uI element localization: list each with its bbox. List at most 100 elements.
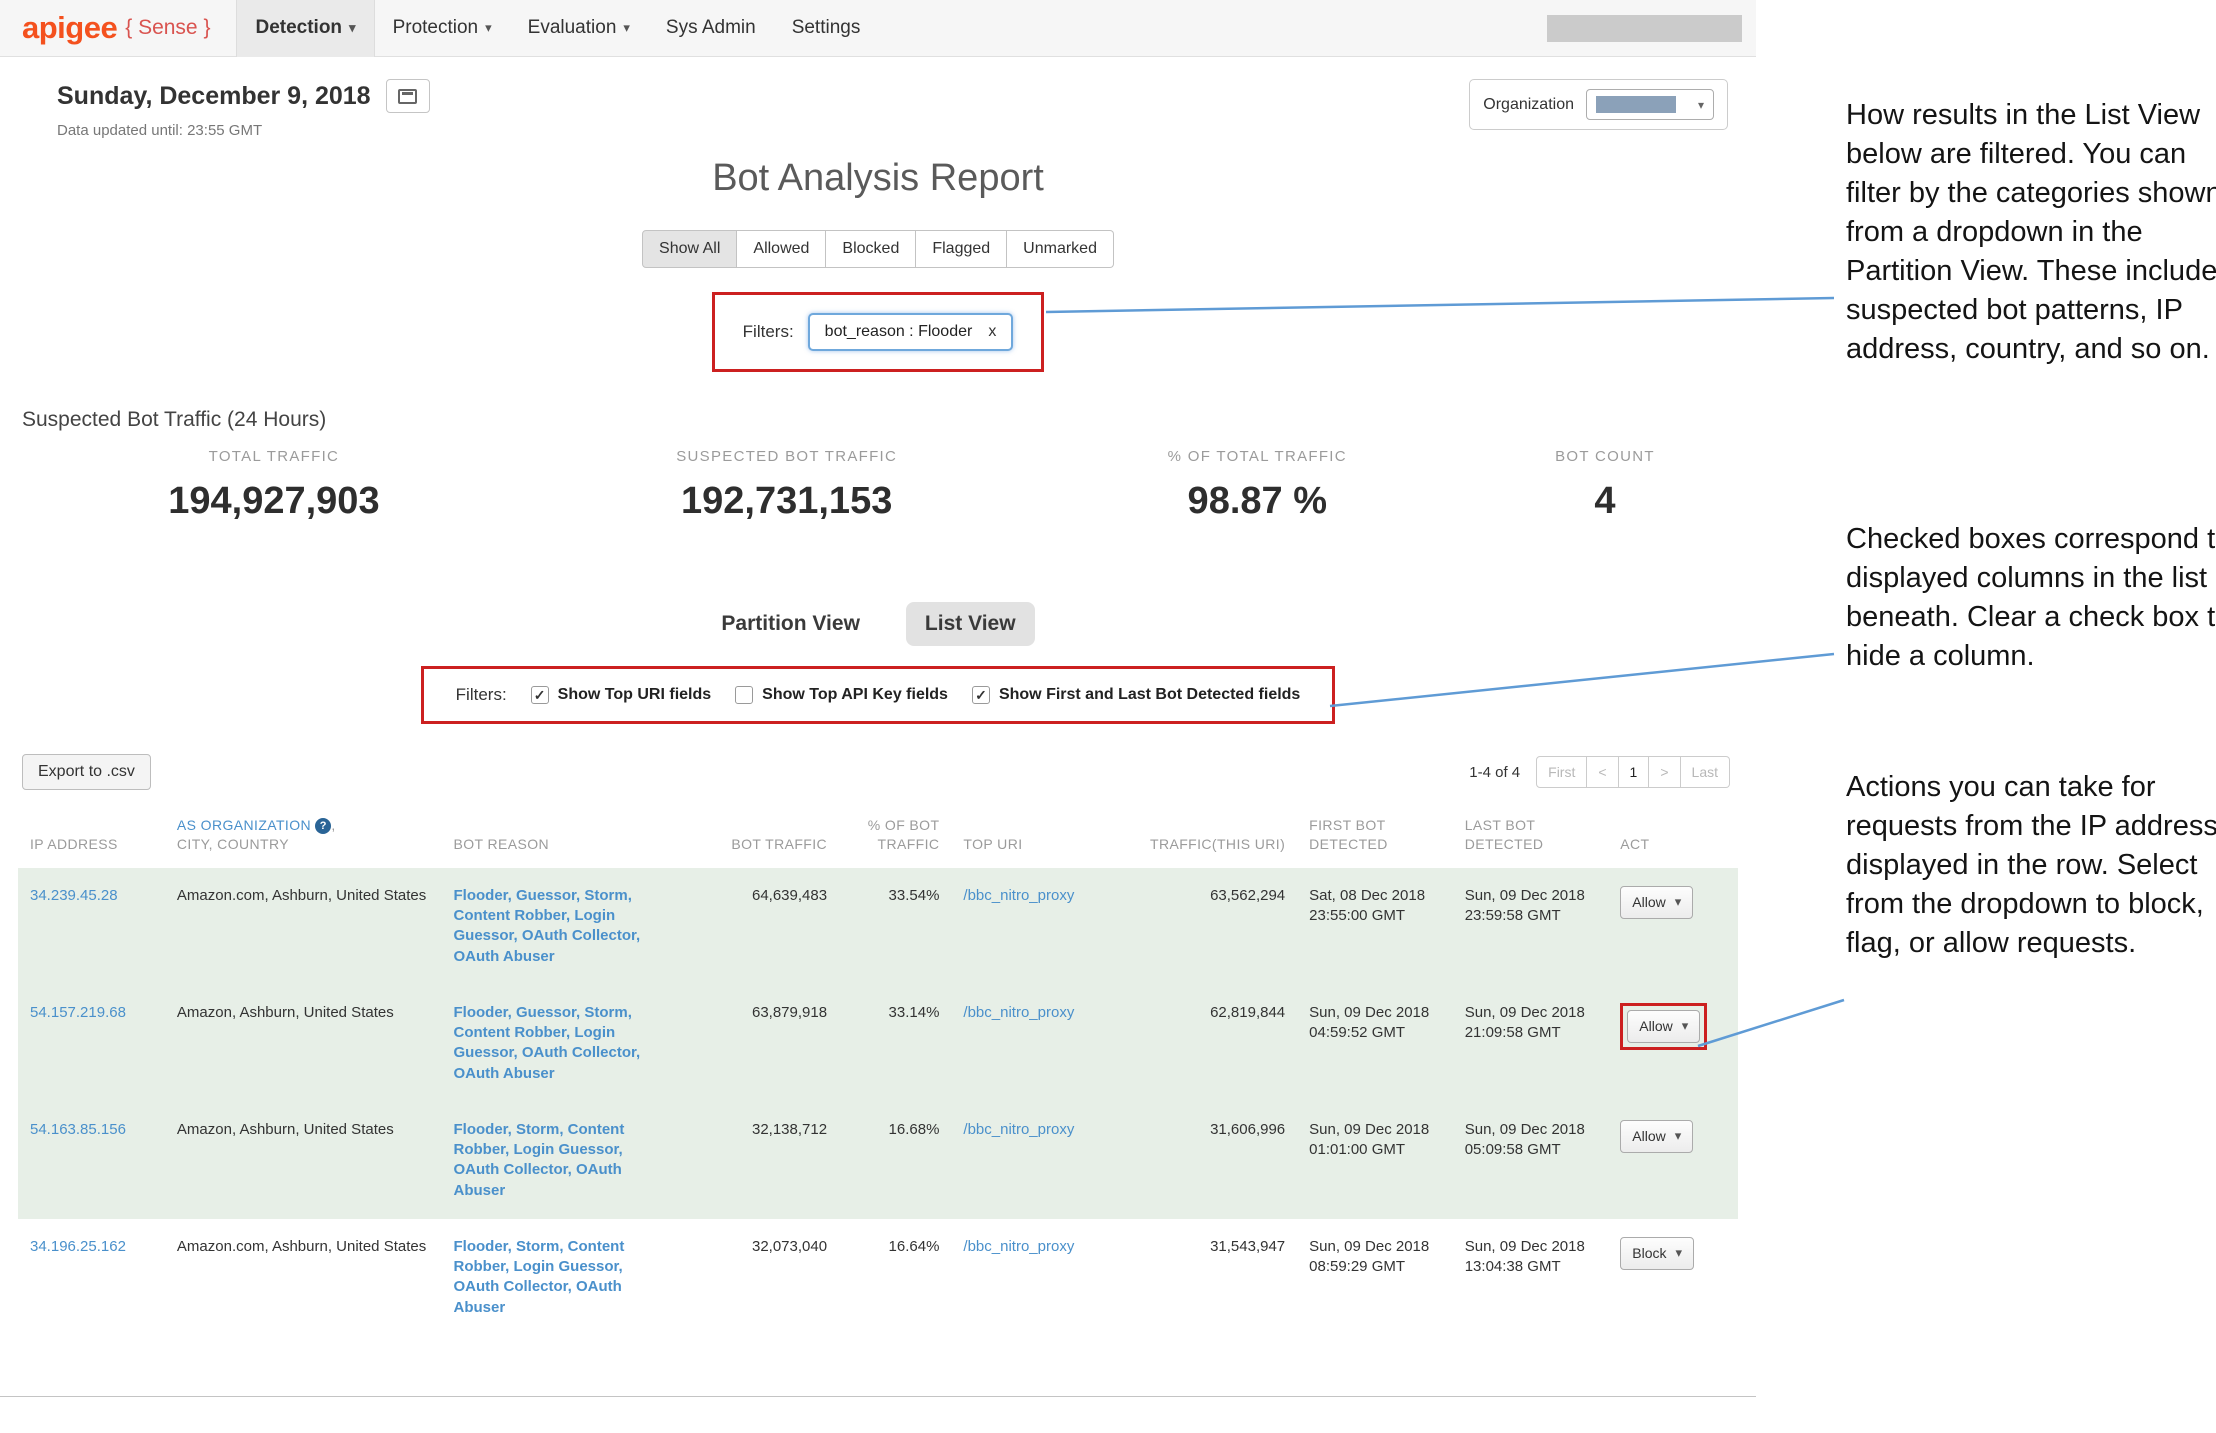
action-dropdown[interactable]: Allow ▾	[1620, 1120, 1693, 1153]
col-header-pct-bot-traffic: % OF BOT TRAFFIC	[839, 806, 951, 868]
table-row: 54.157.219.68 Amazon, Ashburn, United St…	[18, 985, 1738, 1102]
tab-allowed[interactable]: Allowed	[737, 230, 826, 268]
report-date: Sunday, December 9, 2018	[57, 82, 371, 111]
bot-reason-links[interactable]: Flooder, Storm, Content Robber, Login Gu…	[454, 1238, 625, 1316]
redacted-organization-value	[1596, 96, 1676, 113]
table-row: 34.196.25.162 Amazon.com, Ashburn, Unite…	[18, 1219, 1738, 1336]
as-organization-cell: Amazon, Ashburn, United States	[165, 1102, 442, 1219]
action-dropdown[interactable]: Allow ▾	[1627, 1010, 1700, 1043]
ip-address-link[interactable]: 54.163.85.156	[30, 1121, 126, 1138]
pct-bot-traffic-cell: 16.68%	[839, 1102, 951, 1219]
checkbox-checked-icon[interactable]: ✓	[972, 686, 990, 704]
status-tabs: Show All Allowed Blocked Flagged Unmarke…	[0, 230, 1756, 268]
sense-logo-suffix: { Sense }	[125, 16, 210, 40]
traffic-this-uri-cell: 63,562,294	[1124, 868, 1297, 985]
nav-item-settings[interactable]: Settings	[774, 0, 879, 57]
caret-down-icon: ▾	[1675, 1127, 1682, 1145]
calendar-icon	[398, 89, 417, 104]
filter-chip-bot-reason[interactable]: bot_reason : Flooder x	[808, 313, 1014, 351]
pct-bot-traffic-cell: 16.64%	[839, 1219, 951, 1336]
as-organization-cell: Amazon, Ashburn, United States	[165, 985, 442, 1102]
top-uri-link[interactable]: /bbc_nitro_proxy	[963, 1004, 1074, 1021]
stat-bot-count: BOT COUNT 4	[1555, 448, 1655, 523]
result-range-text: 1-4 of 4	[1469, 764, 1520, 781]
bot-traffic-cell: 32,138,712	[675, 1102, 839, 1219]
bot-reason-links[interactable]: Flooder, Guessor, Storm, Content Robber,…	[454, 887, 641, 965]
stat-total-traffic: TOTAL TRAFFIC 194,927,903	[168, 448, 379, 523]
action-dropdown[interactable]: Block ▾	[1620, 1237, 1694, 1270]
last-bot-detected-cell: Sun, 09 Dec 2018 21:09:58 GMT	[1453, 985, 1609, 1102]
nav-item-protection[interactable]: Protection ▾	[375, 0, 510, 57]
col-header-top-uri: TOP URI	[951, 806, 1124, 868]
stat-suspected-bot-traffic: SUSPECTED BOT TRAFFIC 192,731,153	[676, 448, 897, 523]
last-bot-detected-cell: Sun, 09 Dec 2018 23:59:58 GMT	[1453, 868, 1609, 985]
caret-down-icon: ▾	[623, 20, 630, 36]
tab-unmarked[interactable]: Unmarked	[1007, 230, 1114, 268]
bot-traffic-cell: 63,879,918	[675, 985, 839, 1102]
pagination-first-button[interactable]: First	[1536, 756, 1587, 788]
caret-down-icon: ▾	[1682, 1017, 1689, 1035]
col-header-act: ACT	[1608, 806, 1738, 868]
page-title: Bot Analysis Report	[0, 157, 1756, 200]
first-bot-detected-cell: Sat, 08 Dec 2018 23:55:00 GMT	[1297, 868, 1453, 985]
stat-pct-total-traffic: % OF TOTAL TRAFFIC 98.87 %	[1168, 448, 1347, 523]
caret-down-icon: ▾	[1675, 893, 1682, 911]
last-bot-detected-cell: Sun, 09 Dec 2018 13:04:38 GMT	[1453, 1219, 1609, 1336]
pagination-prev-button[interactable]: <	[1587, 756, 1618, 788]
list-toolbar: Export to .csv 1-4 of 4 First < 1 > Last	[22, 754, 1730, 790]
organization-select[interactable]: ▾	[1586, 89, 1714, 120]
tab-show-all[interactable]: Show All	[642, 230, 737, 268]
help-icon[interactable]: ?	[315, 818, 331, 834]
stats-row: TOTAL TRAFFIC 194,927,903 SUSPECTED BOT …	[0, 448, 1756, 578]
table-header-row: IP ADDRESS AS ORGANIZATION ?, CITY, COUN…	[18, 806, 1738, 868]
as-organization-cell: Amazon.com, Ashburn, United States	[165, 868, 442, 985]
pagination-page-1-button[interactable]: 1	[1619, 756, 1650, 788]
bot-reason-links[interactable]: Flooder, Guessor, Storm, Content Robber,…	[454, 1004, 641, 1082]
col-header-ip: IP ADDRESS	[18, 806, 165, 868]
tab-partition-view[interactable]: Partition View	[721, 612, 859, 636]
caret-down-icon: ▾	[485, 20, 492, 36]
app-window: apigee { Sense } Detection ▾ Protection …	[0, 0, 1756, 1397]
checkbox-top-api-key-fields[interactable]: Show Top API Key fields	[735, 686, 948, 704]
filter-bar: Filters: bot_reason : Flooder x	[743, 313, 1014, 351]
date-picker-button[interactable]	[386, 79, 430, 113]
top-navbar: apigee { Sense } Detection ▾ Protection …	[0, 0, 1756, 57]
bot-reason-links[interactable]: Flooder, Storm, Content Robber, Login Gu…	[454, 1121, 625, 1199]
column-filters-bar: Filters: ✓ Show Top URI fields Show Top …	[456, 685, 1301, 705]
report-header: Sunday, December 9, 2018 Data updated un…	[0, 57, 1756, 139]
data-updated-text: Data updated until: 23:55 GMT	[57, 122, 430, 139]
bot-list-table: IP ADDRESS AS ORGANIZATION ?, CITY, COUN…	[18, 806, 1738, 1336]
ip-address-link[interactable]: 34.196.25.162	[30, 1238, 126, 1255]
last-bot-detected-cell: Sun, 09 Dec 2018 05:09:58 GMT	[1453, 1102, 1609, 1219]
apigee-logo[interactable]: apigee	[22, 10, 117, 46]
bot-traffic-cell: 64,639,483	[675, 868, 839, 985]
annotation-box-filters: Filters: bot_reason : Flooder x	[712, 292, 1045, 372]
checkbox-top-uri-fields[interactable]: ✓ Show Top URI fields	[531, 686, 711, 704]
ip-address-link[interactable]: 34.239.45.28	[30, 887, 118, 904]
top-uri-link[interactable]: /bbc_nitro_proxy	[963, 1238, 1074, 1255]
top-uri-link[interactable]: /bbc_nitro_proxy	[963, 887, 1074, 904]
traffic-this-uri-cell: 62,819,844	[1124, 985, 1297, 1102]
top-uri-link[interactable]: /bbc_nitro_proxy	[963, 1121, 1074, 1138]
annotation-box-action: Allow ▾	[1620, 1003, 1707, 1050]
tab-blocked[interactable]: Blocked	[826, 230, 916, 268]
ip-address-link[interactable]: 54.157.219.68	[30, 1004, 126, 1021]
list-filters-label: Filters:	[456, 685, 507, 705]
tab-flagged[interactable]: Flagged	[916, 230, 1007, 268]
first-bot-detected-cell: Sun, 09 Dec 2018 04:59:52 GMT	[1297, 985, 1453, 1102]
filters-label: Filters:	[743, 322, 794, 342]
export-csv-button[interactable]: Export to .csv	[22, 754, 151, 790]
pagination-next-button[interactable]: >	[1649, 756, 1680, 788]
tab-list-view[interactable]: List View	[906, 602, 1035, 646]
first-bot-detected-cell: Sun, 09 Dec 2018 01:01:00 GMT	[1297, 1102, 1453, 1219]
pagination-last-button[interactable]: Last	[1681, 756, 1730, 788]
close-icon[interactable]: x	[988, 323, 996, 341]
nav-item-sys-admin[interactable]: Sys Admin	[648, 0, 774, 57]
nav-item-evaluation[interactable]: Evaluation ▾	[510, 0, 648, 57]
checkbox-first-last-bot-detected[interactable]: ✓ Show First and Last Bot Detected field…	[972, 686, 1300, 704]
action-dropdown[interactable]: Allow ▾	[1620, 886, 1693, 919]
checkbox-checked-icon[interactable]: ✓	[531, 686, 549, 704]
nav-item-detection[interactable]: Detection ▾	[236, 0, 374, 57]
table-row: 34.239.45.28 Amazon.com, Ashburn, United…	[18, 868, 1738, 985]
checkbox-unchecked-icon[interactable]	[735, 686, 753, 704]
